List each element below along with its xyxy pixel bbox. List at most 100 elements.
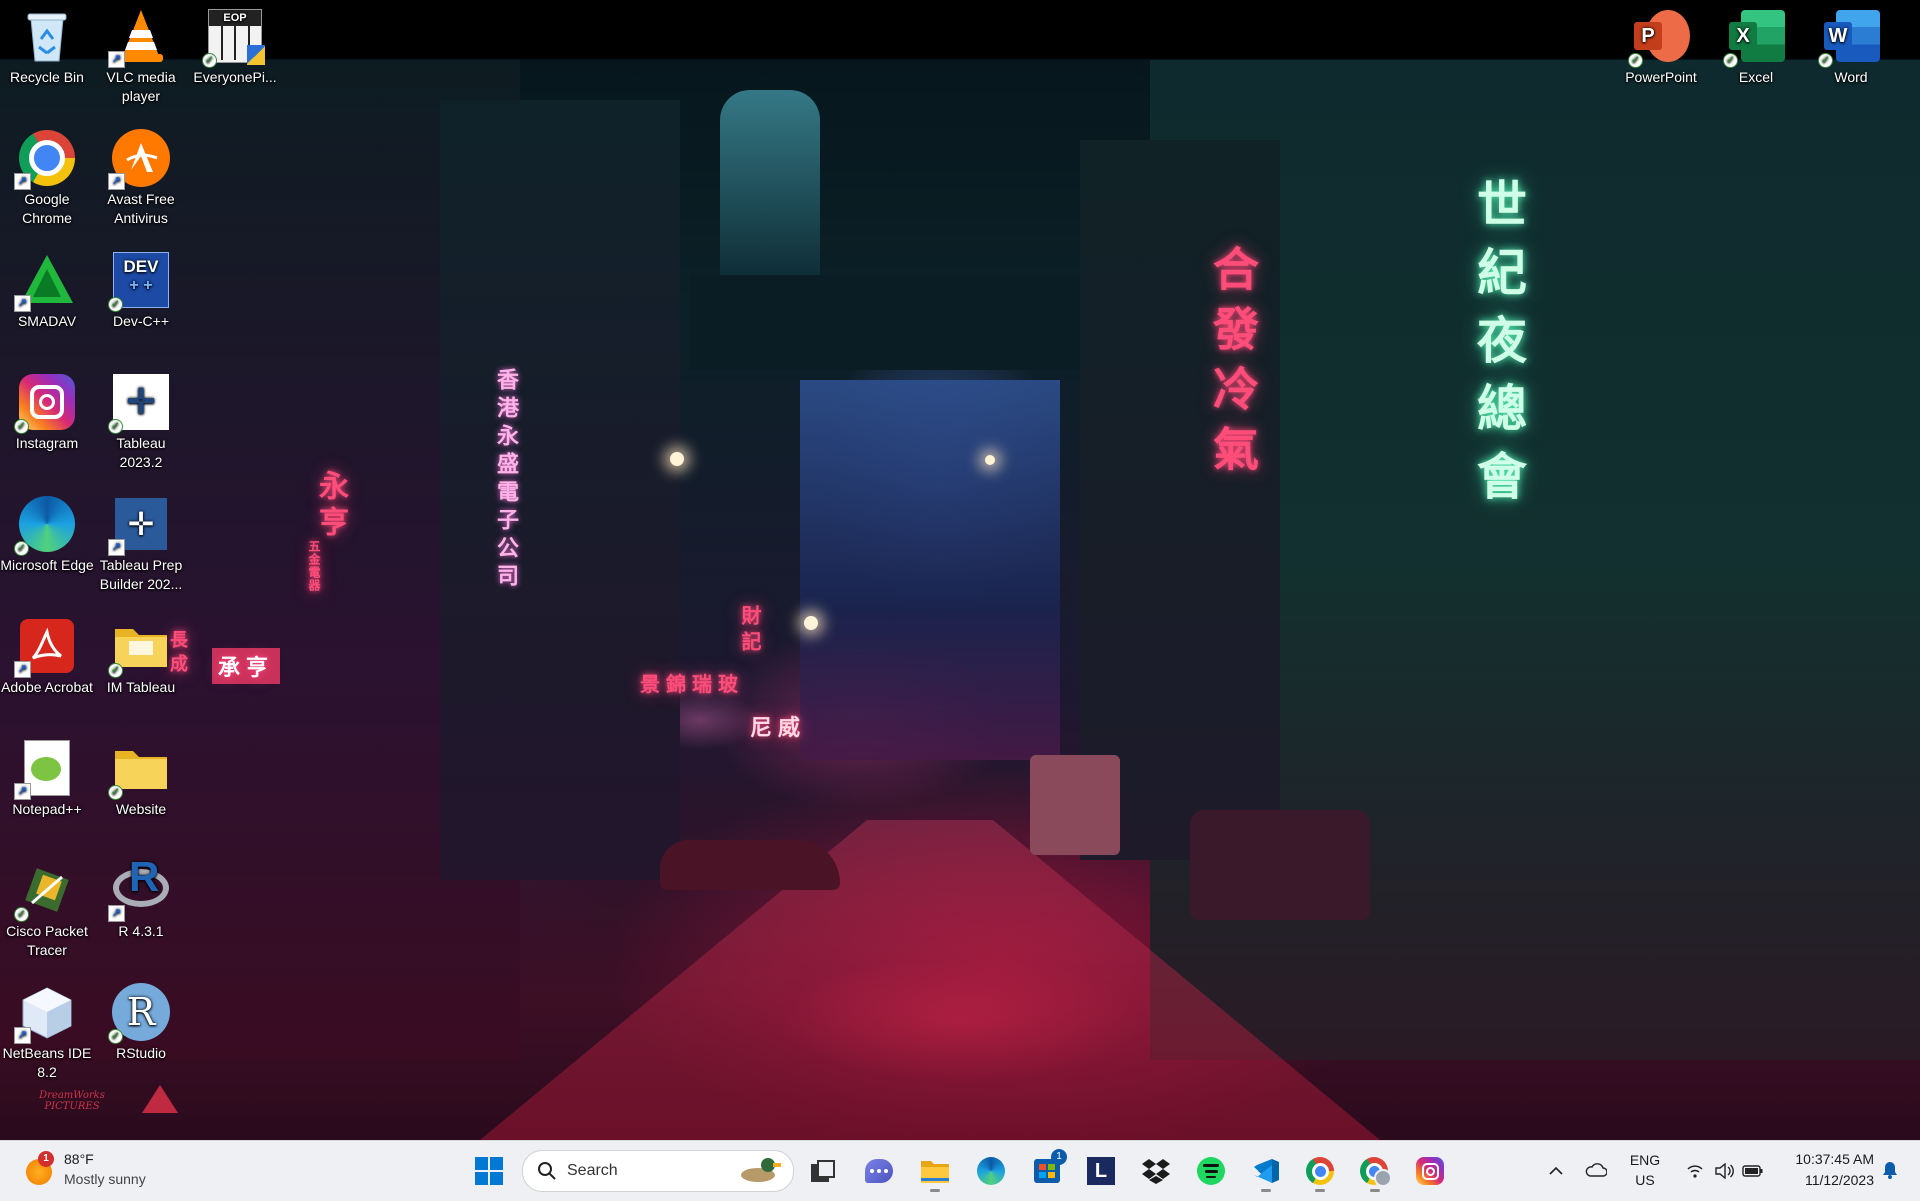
task-view-button[interactable] (801, 1149, 845, 1193)
desktop-icon-label: Recycle Bin (10, 69, 84, 85)
eop-badge: EOP (209, 10, 261, 26)
sync-check-icon: ✓ (108, 297, 123, 312)
shortcut-arrow-icon: ↗ (108, 51, 125, 68)
desktop-icon-instagram[interactable]: ✓ Instagram (0, 372, 94, 453)
volume-icon (1715, 1163, 1734, 1179)
instagram-icon (1416, 1157, 1444, 1185)
shortcut-arrow-icon: ↗ (14, 783, 31, 800)
chrome-icon (1306, 1157, 1334, 1185)
powerpoint-glyph: P (1634, 22, 1662, 50)
search-box[interactable]: Search (522, 1150, 794, 1192)
clock[interactable]: 10:37:45 AM 11/12/2023 (1778, 1150, 1874, 1192)
edge-button[interactable] (969, 1149, 1013, 1193)
car-right (1190, 810, 1370, 920)
building-left-inner (440, 100, 680, 880)
start-button[interactable] (467, 1149, 511, 1193)
tower-center (720, 90, 820, 290)
desktop-icon-rstudio[interactable]: R ✓ RStudio (94, 982, 188, 1063)
desktop-icon-cisco-packet-tracer[interactable]: ✓ Cisco Packet Tracer (0, 860, 94, 960)
desktop-icon-label: RStudio (116, 1045, 166, 1061)
vscode-button[interactable] (1244, 1149, 1288, 1193)
chrome-button[interactable] (1298, 1149, 1342, 1193)
desktop-icon-netbeans[interactable]: ↗ NetBeans IDE 8.2 (0, 982, 94, 1082)
notification-button[interactable] (1878, 1158, 1902, 1182)
instagram-icon: ✓ (14, 372, 77, 434)
instagram-button[interactable] (1408, 1149, 1452, 1193)
desktop-icon-avast[interactable]: ↗ Avast Free Antivirus (94, 128, 188, 228)
edge-icon (977, 1157, 1005, 1185)
lastpass-button[interactable]: L (1079, 1149, 1123, 1193)
desktop-icon-label: Tableau Prep Builder 202... (99, 557, 183, 592)
desktop-icon-vlc[interactable]: ↗ VLC media player (94, 6, 188, 106)
neon-sign-center-red: 財記 (738, 605, 762, 657)
sync-check-icon: ✓ (14, 419, 29, 434)
excel-glyph: X (1729, 22, 1757, 50)
desktop-icon-label: NetBeans IDE 8.2 (2, 1045, 92, 1080)
rstudio-icon: R ✓ (108, 982, 171, 1044)
quick-settings-button[interactable] (1682, 1155, 1766, 1187)
neon-sign-tall-red: 合發冷氣 (1206, 245, 1260, 485)
folder-icon (921, 1161, 949, 1183)
onedrive-cloud-icon (1585, 1163, 1607, 1177)
shortcut-arrow-icon: ↗ (14, 295, 31, 312)
sync-check-icon: ✓ (202, 53, 217, 68)
microsoft-store-button[interactable]: 1 (1025, 1149, 1069, 1193)
desktop-icon-label: Word (1834, 69, 1868, 85)
dropbox-button[interactable] (1134, 1149, 1178, 1193)
task-view-icon (811, 1160, 835, 1182)
spotify-button[interactable] (1189, 1149, 1233, 1193)
desktop-icon-website[interactable]: ✓ Website (94, 738, 188, 819)
onedrive-button[interactable] (1583, 1159, 1609, 1181)
chat-button[interactable] (857, 1149, 901, 1193)
neon-sign-left-board: 承亨 (212, 648, 281, 684)
weather-widget[interactable]: 1 88°F Mostly sunny (22, 1149, 202, 1193)
vlc-icon: ↗ (108, 6, 171, 68)
shortcut-arrow-icon: ↗ (14, 1027, 31, 1044)
desktop-icon-devcpp[interactable]: DEV + + ✓ Dev-C++ (94, 250, 188, 331)
windows-logo-icon (475, 1157, 503, 1185)
desktop-icon-recycle-bin[interactable]: Recycle Bin (0, 6, 94, 87)
desktop-icon-acrobat[interactable]: ↗ Adobe Acrobat (0, 616, 94, 697)
desktop-icon-label: Tableau 2023.2 (116, 435, 166, 470)
desktop-icon-label: PowerPoint (1625, 69, 1697, 85)
r-icon: R ↗ (108, 856, 171, 922)
desktop-icon-everyonepiano[interactable]: EOP ✓ EveryonePi... (188, 6, 282, 87)
desktop-icon-r[interactable]: R ↗ R 4.3.1 (94, 856, 188, 941)
cisco-packet-tracer-icon: ✓ (14, 860, 77, 922)
dropbox-icon (1142, 1159, 1170, 1184)
bell-icon (1883, 1162, 1897, 1179)
tableau-prep-icon: ✛ ↗ (108, 494, 171, 556)
desktop-icon-label: VLC media player (106, 69, 176, 104)
desktop-icon-chrome[interactable]: ↗ Google Chrome (0, 128, 94, 228)
desktop-icon-label: Instagram (15, 435, 79, 451)
desktop-icon-smadav[interactable]: ↗ SMADAV (0, 250, 94, 331)
desktop-icon-word[interactable]: W ✓ Word (1804, 6, 1898, 87)
city-far (800, 380, 1060, 760)
battery-charging-icon (1742, 1165, 1763, 1177)
neon-sign-center-row: 景錦瑞玻 (640, 672, 744, 696)
netbeans-icon: ↗ (14, 982, 77, 1044)
street-lamp (804, 616, 818, 630)
sync-check-icon: ✓ (1818, 53, 1833, 68)
clock-time: 10:37:45 AM (1795, 1151, 1874, 1167)
desktop-icon-tableau-prep[interactable]: ✛ ↗ Tableau Prep Builder 202... (94, 494, 188, 594)
recycle-bin-icon (17, 6, 77, 66)
desktop-icon-im-tableau[interactable]: ✓ IM Tableau (94, 616, 188, 697)
file-explorer-button[interactable] (913, 1149, 957, 1193)
desktop-icon-excel[interactable]: X ✓ Excel (1709, 6, 1803, 87)
desktop-icon-powerpoint[interactable]: P ✓ PowerPoint (1614, 6, 1708, 87)
chrome-profile-button[interactable] (1353, 1149, 1397, 1193)
desktop-icon-label: Adobe Acrobat (1, 679, 93, 695)
desktop-icon-tableau[interactable]: ✛ ✓ Tableau 2023.2 (94, 372, 188, 472)
sync-check-icon: ✓ (1628, 53, 1643, 68)
desktop-icon-label: EveryonePi... (193, 69, 277, 85)
desktop-icon-label: SMADAV (17, 313, 77, 329)
chrome-profile-icon (1360, 1157, 1392, 1187)
language-indicator[interactable]: ENG US (1622, 1151, 1668, 1191)
desktop-icon-notepadpp[interactable]: ↗ Notepad++ (0, 738, 94, 819)
neon-sign-left-red-small: 五金電器 (307, 540, 321, 592)
show-hidden-icons-button[interactable] (1545, 1159, 1567, 1181)
shortcut-arrow-icon: ↗ (108, 539, 125, 556)
desktop-icon-edge[interactable]: ✓ Microsoft Edge (0, 494, 94, 575)
neon-sign-pink-vertical: 香港永盛電子公司 (493, 368, 519, 592)
